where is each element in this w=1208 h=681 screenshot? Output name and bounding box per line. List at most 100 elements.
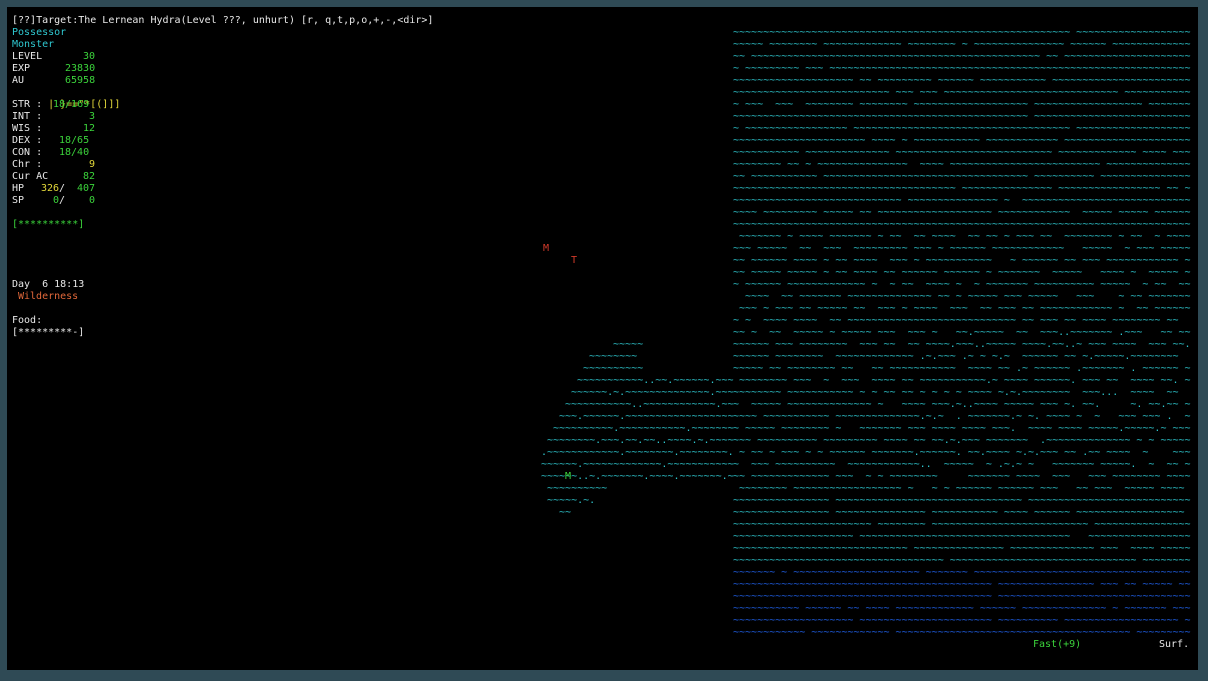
shore-row: ~~~.~~~~~~.~~~~~~~~~~~~~~~~~~ (559, 411, 734, 422)
shore-row: ~~~~~~~~~~ (547, 483, 608, 494)
ocean-row: ~~~~~~~~~~~ ~~~~~~ ~~ ~~~~ ~~~~~~~~~~~~~… (733, 603, 1191, 614)
con-value: 18/40 (59, 147, 90, 158)
sp-separator: / (59, 195, 66, 206)
shore-row: ~~~~~~~~~~ (583, 363, 644, 374)
gold-value: 65958 (65, 75, 96, 86)
ocean-row: ~~~~~~~~~~~~~~~~~~~~~~~~~~~~~~~~~~~~~~~~… (733, 579, 1191, 590)
ocean-row: ~~~~~~ ~~~~~~~~ ~~~~~~~~~~~~~ .~.~~~ .~ … (733, 351, 1191, 362)
shore-row: ~~~~~~~~~~.~~~~~~~~~~~.~~~~~~~ (553, 423, 734, 434)
ocean-row: ~~ ~ ~~ ~~~~~ ~ ~~~~~ ~~~ ~~~ ~ ~~.~~~~~… (733, 327, 1191, 338)
ocean-row: ~ ~~~~~~~~~ ~~~ ~~~~~~~~~~~~~~~~~~~~~~~~… (733, 63, 1191, 74)
game-terminal[interactable]: [??]Target:The Lernean Hydra(Level ???, … (7, 7, 1198, 670)
level-value: 30 (83, 51, 96, 62)
class-label: Monster (12, 39, 55, 50)
exp-value: 23830 (65, 63, 96, 74)
int-value: 3 (89, 111, 96, 122)
monster-t[interactable]: T (571, 255, 577, 267)
wis-label: WIS : (12, 123, 43, 134)
location-name: Wilderness (18, 291, 79, 302)
speed-status: Fast(+9) (1033, 639, 1082, 650)
ocean-row: ~~~~~~~~~~~~~~~~~~~~~~~~~~~~~~~~~~~~~~~~… (733, 27, 1191, 38)
ocean-row: ~~~ ~~~~~~~~~~ ~~~~~~~~~ ~~~~ ~~ ~~.~.~~… (733, 435, 1191, 446)
ocean-row: ~~~~ ~~ ~~~~~~~ ~~~~~~~~~~~~~~ ~~ ~ ~~~~… (733, 291, 1191, 302)
shore-row: ~~ (559, 507, 572, 518)
sp-max: 0 (89, 195, 96, 206)
ocean-row: ~~~~ ~~~~~~~~~ ~~~~~ ~~ ~~~~~~~~~~~~~~~~… (733, 207, 1191, 218)
shore-row: ~~~~~~~~.~~~.~~.~~..~~~~.~.~~~~ (547, 435, 734, 446)
ocean-row: ~~~~~~~~ ~~ ~ ~~~~~~~~~~~~~~~ ~~~~ ~~~~~… (733, 159, 1191, 170)
ac-label: Cur AC (12, 171, 49, 182)
ocean-row: ~~~~~~~~~~~~~~~~~~~~ ~~~~~~~~~~~~~~~~~~~… (733, 531, 1191, 542)
ocean-row: ~~~~~~~~ ~~~ ~ ~~~ ~~~~ ~~ ~~~~~~~~~~~.~… (733, 375, 1191, 386)
ocean-row: ~ ~ ~~~~ ~~~~ ~~ ~~~~~~~~~~~~~~~~~~~~~~~… (733, 315, 1191, 326)
ocean-row: ~~~~~~~~~~~~~~~~~~~~~~~~~~~~ ~~~~~~~~~~~… (733, 195, 1191, 206)
ocean-row: ~~~~~~~~~~~~~~~~~~~~ ~~ ~~~~~~~~~ ~~~~~~… (733, 75, 1191, 86)
shore-row: ~~~~~~.~~~~~~~~~~~~~.~~~~~~~~~~~ (541, 459, 734, 470)
ocean-row: ~~~~~~~ ~ ~~~~~~~~~~~~~~~~~~~~~ ~~~~~~~ … (733, 567, 1191, 578)
target-message: [??]Target:The Lernean Hydra(Level ???, … (12, 15, 434, 26)
str-value: 18/169 (53, 99, 90, 110)
ocean-row: ~~ ~~~~~~~~~~~~~ ~~~ ~ ~ ~~~~~~~~ ~~~~~~… (733, 471, 1191, 482)
player-character: M (565, 471, 572, 482)
ocean-row: ~~~~~~~~~~~~~~~~ ~~~~~~~~~~~~~~~~~~~~~~~… (733, 495, 1191, 506)
shore-row: ~~~~~.~. (547, 495, 596, 506)
terrain-status: Surf. (1159, 639, 1190, 650)
food-bar: [*********-] (12, 327, 85, 338)
ocean-row: ~~~~~~~~~~~~~~~~~~~~ ~~~~~~~~~~~~~~~~~~~… (733, 615, 1191, 626)
shore-row: ~~~~~~~~~~~..~~~~~~~~~~~~.~~ (565, 399, 734, 410)
ocean-row: ~~~~~~~~~~~~~~~~~~~~~~ ~~~~ ~ ~~~~~~~~~~… (733, 135, 1191, 146)
ocean-row: ~~~~~ ~~ ~~~~~~~~ ~~ ~~ ~~~~~~~~~~~ ~~~~… (733, 363, 1191, 374)
ocean-row: ~ ~~ ~ ~~~ ~ ~ ~~~~~~ ~~~~~~~.~~~~~~. ~~… (733, 447, 1191, 458)
ocean-row: ~~~ ~~~~~ ~~ ~~~ ~~~~~~~~~ ~~~ ~ ~~~~~~ … (733, 243, 1191, 254)
ocean-row: ~~~~~~~~~~~~~~~~ ~~~~~~~~~~~~~~~ ~~~~~~~… (733, 507, 1191, 518)
ocean-row: ~ ~~~~~ ~~~~~~~~ ~ ~~~~~~~ ~~~ ~~~~ ~~~~… (733, 423, 1191, 434)
dex-value: 18/65 (59, 135, 90, 146)
ac-value: 82 (83, 171, 96, 182)
ocean-row: ~~~~~ ~~~~~~~~ ~~~~~~~~~~~~~ ~~~~~~~~ ~ … (733, 39, 1191, 50)
con-label: CON : (12, 147, 43, 158)
level-label: LEVEL (12, 51, 43, 62)
ocean-row: ~~ ~~~~~~~~~~~ ~~~~~~~~~~~~~~~~~~~~~~~~~… (733, 171, 1191, 182)
gold-label: AU (12, 75, 25, 86)
ocean-row: ~~~~~~~~~~~~~~~~~~~~~~~~~~~~~ ~~~~~~~~~~… (733, 543, 1191, 554)
day-time: Day 6 18:13 (12, 279, 85, 290)
ocean-row: ~~~~~~~~~~~~~~~~~~~~~~~~~~~~~~~~~~~~~~~~… (733, 591, 1191, 602)
ocean-row: ~~ ~~~~~~ ~~~~ ~ ~~ ~~~~ ~~~ ~ ~~~~~~~~~… (733, 255, 1191, 266)
hp-max: 407 (77, 183, 96, 194)
ocean-row: ~~ ~~~~~~~~~~~~~~~~~~~~~~~~~~~~~~~~~~~~~… (733, 51, 1191, 62)
monster-health-bar: [**********] (12, 219, 85, 230)
ocean-row: ~~~~~~~~ ~~~~~~~~~~~ ~ ~ ~~ ~~ ~ ~ ~ ~ ~… (733, 387, 1191, 398)
ocean-row: ~ ~~~ ~~~~~~~~~~ ~~~~~~~~~~~~.. ~~~~~ ~ … (733, 459, 1191, 470)
dex-label: DEX : (12, 135, 43, 146)
hp-separator: / (59, 183, 66, 194)
ocean-row: ~~~~~~~~~~~~~~~~~~~~~~~ ~~~~~~~~ ~~~~~~~… (733, 519, 1191, 530)
sp-label: SP (12, 195, 25, 206)
shore-row: ~~~~~~.~.~~~~~~~~~~~~~~.~~~ (571, 387, 734, 398)
ocean-row: ~~~ ~ ~~~ ~~ ~~~~~ ~~ ~~~ ~ ~~~~ ~~~ ~~ … (733, 303, 1191, 314)
chr-value: 9 (89, 159, 96, 170)
ocean-row: ~~~~~~~~~~~~~~~~~~~~~~~~~~~~~~~~~~~ ~~~~… (733, 555, 1191, 566)
shore-row: ~~~~~ (613, 339, 644, 350)
ocean-row: ~ ~~~ ~~~ ~~~~~~~~ ~~~~~~~~ ~~~~~~~~~~~~… (733, 99, 1191, 110)
ocean-row: ~~~~~~~ ~ ~~~~ ~~~~~~~ ~ ~~ ~~ ~~~~ ~~ ~… (733, 231, 1191, 242)
ocean-row: ~~~~ ~~~~~~~~~~~ ~~~~~~~~~~~~~~.~.~ . ~~… (733, 411, 1191, 422)
exp-label: EXP (12, 63, 31, 74)
ocean-row: ~ ~~~~~~ ~~~~~~~~~~~~~ ~ ~ ~~ ~~~~ ~ ~ ~… (733, 279, 1191, 290)
wis-value: 12 (83, 123, 96, 134)
ocean-row: ~ ~~~~~~~~~~~~~~~~~ ~~~~~~~~~~~~~~~~~~~~… (733, 123, 1191, 134)
ocean-row: ~~~~~~~~~~~~~~~~~~~~~~~~~~ ~~~ ~~~ ~~~~~… (733, 87, 1191, 98)
hp-current: 326 (41, 183, 60, 194)
race-label: Possessor (12, 27, 67, 38)
hp-label: HP (12, 183, 25, 194)
shore-row: .~~~~~~~~~~~~.~~~~~~~~.~~~~~~~~. (541, 447, 734, 458)
int-label: INT : (12, 111, 43, 122)
ocean-row: ~~~~~~~~~~~~ ~~~~~~~~~~~~~ ~~~~~~~~~~~~~… (733, 627, 1191, 638)
ocean-row: ~~ ~~~~~ ~~~~~ ~ ~~ ~~~~ ~~ ~~~~~~ ~~~~~… (733, 267, 1191, 278)
monster-red-m[interactable]: M (543, 243, 549, 255)
ocean-row: ~~~~~~~~~~~~~~~~~~~~~~~~~~~~~~~~~~~~~~~~… (733, 219, 1191, 230)
ocean-row: ~~~~~~ ~~~ ~~~~~~~~ ~~~ ~~ ~~ ~~~~.~~~..… (733, 339, 1191, 350)
ocean-row: ~~~~~~~~~~~ ~~~~~~~~~~~~~~ ~~~~~~~~~~~~~… (733, 147, 1191, 158)
ocean-row: ~~~~~~~~~~~~~~~~~~~~~~~~~~~~~~~~~~~~~~~~… (733, 111, 1191, 122)
str-label: STR : (12, 99, 43, 110)
ocean-row: ~ ~~~~~ ~~~~~~~~~~~~~~ ~ ~~~~ ~~~.~..~~~… (733, 399, 1191, 410)
